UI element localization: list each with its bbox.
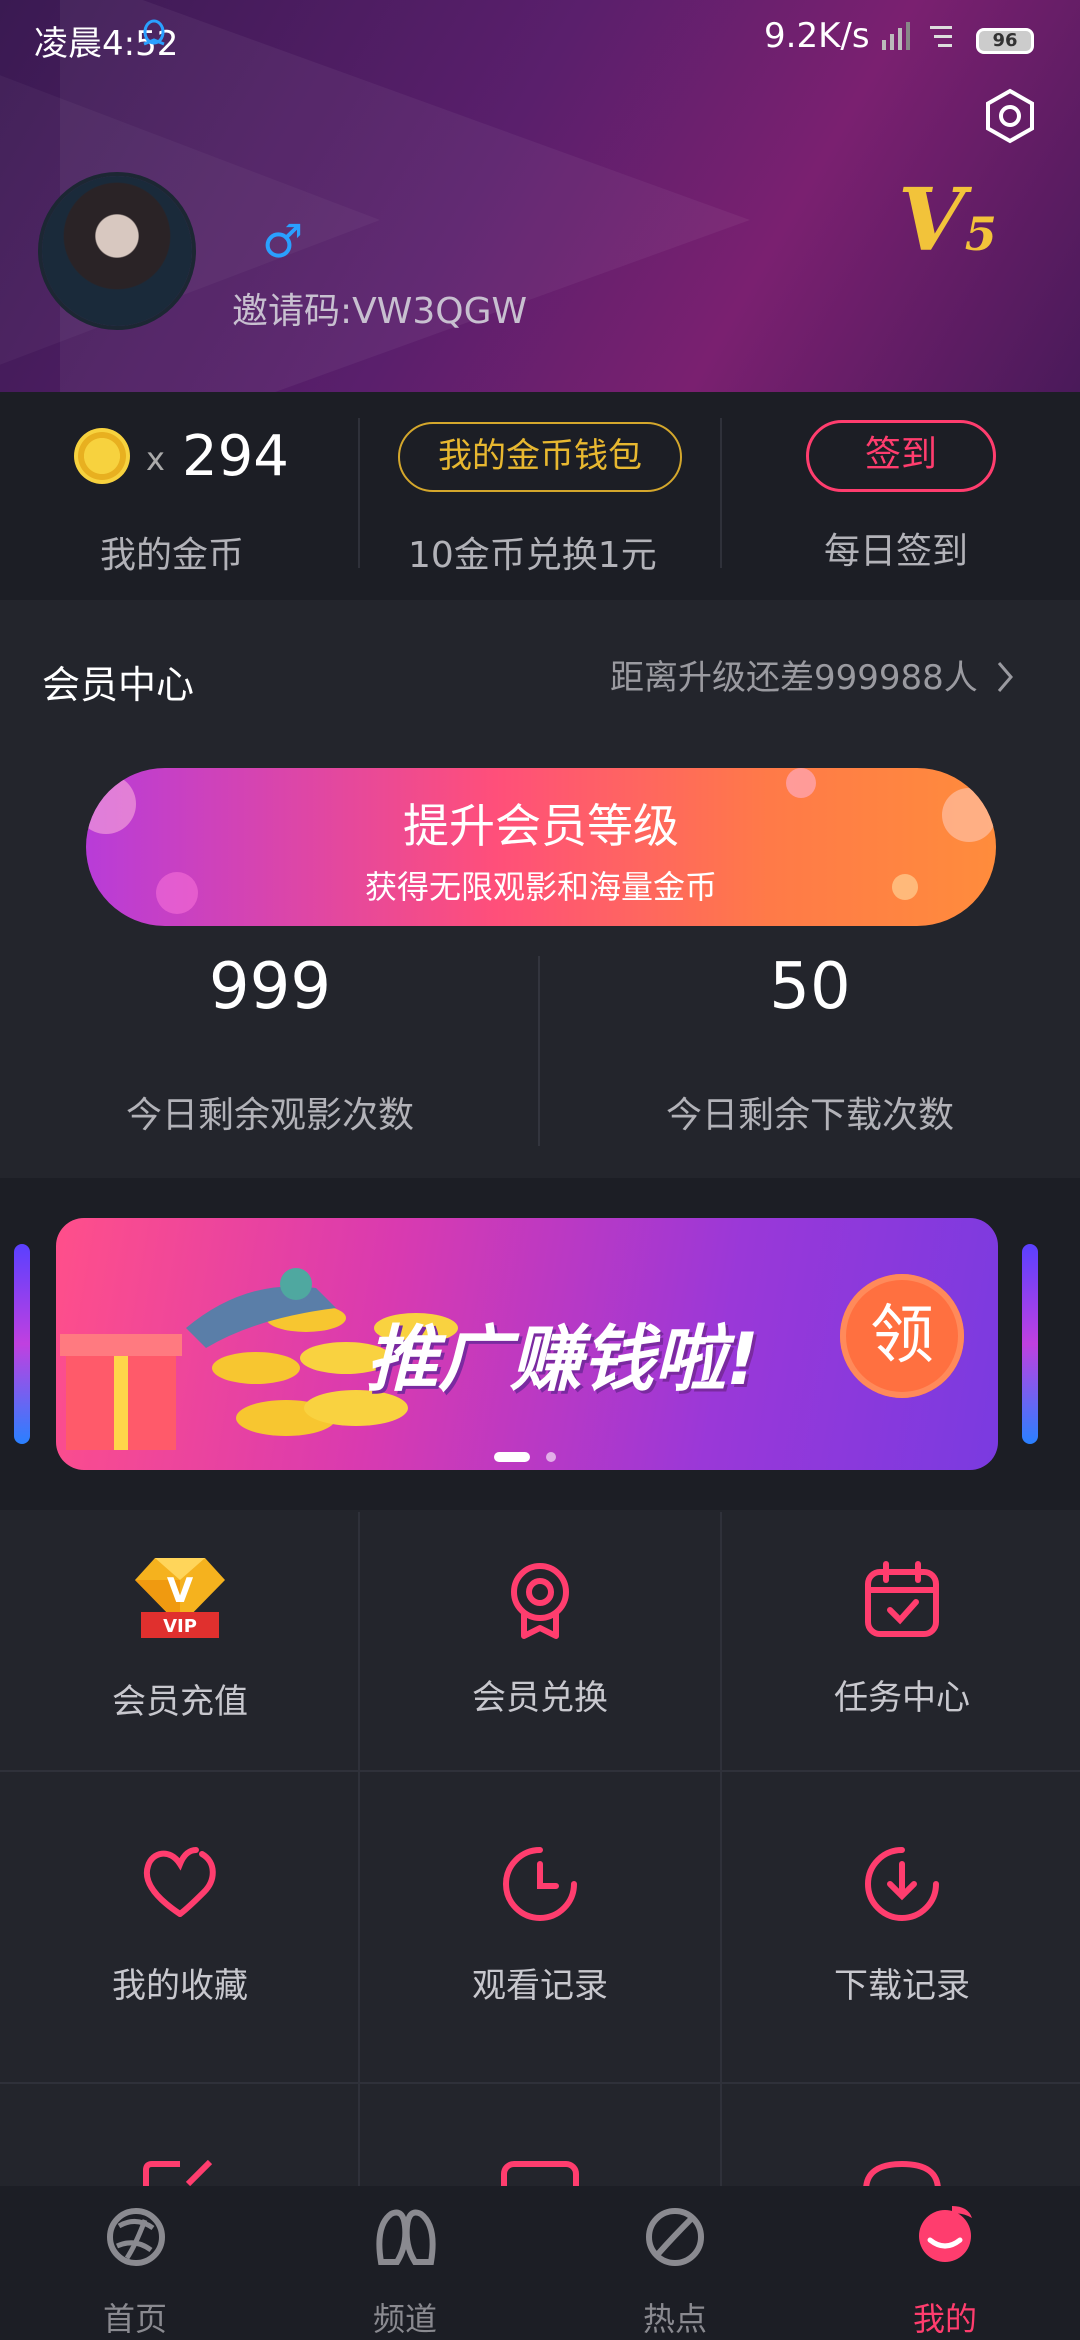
watch-count: 999 (208, 950, 332, 1024)
vip-crown-icon: V VIP (135, 1558, 225, 1638)
grid-divider (0, 2082, 1080, 2084)
coin-icon (74, 428, 130, 484)
grid-item-favorites[interactable]: 我的收藏 (0, 1844, 360, 2044)
grid-item-watch-history[interactable]: 观看记录 (360, 1844, 720, 2044)
coin-count: 294 (182, 424, 289, 489)
grid-item-label: 观看记录 (472, 1966, 608, 2006)
grid-item-label: 我的收藏 (112, 1966, 248, 2006)
banner-claim-badge: 领 (840, 1274, 964, 1398)
battery-level: 96 (992, 30, 1018, 51)
home-icon (107, 2208, 165, 2266)
nav-label: 首页 (102, 2300, 167, 2338)
grid-item-label: 下载记录 (834, 1966, 970, 2006)
svg-text:V: V (167, 1571, 194, 1611)
clock-icon (503, 1847, 577, 1921)
download-count: 50 (769, 950, 851, 1024)
nav-label: 频道 (372, 2300, 437, 2338)
battery-icon: 96 (976, 28, 1034, 54)
signal-icon (882, 22, 910, 50)
chevron-right-icon (997, 662, 1013, 692)
grid-item-task-center[interactable]: 任务中心 (722, 1560, 1080, 1760)
banner-text: 推广赚钱啦! (366, 1317, 759, 1401)
qq-icon (143, 19, 165, 46)
divider (720, 418, 722, 568)
exchange-rate-text: 10金币兑换1元 (408, 535, 657, 576)
download-icon (865, 1847, 939, 1921)
carousel-dot (546, 1452, 556, 1462)
bottom-nav: 首页 频道 热点 我的 (0, 2186, 1080, 2340)
vip-ribbon-text: VIP (163, 1616, 197, 1637)
male-icon: ♂ (262, 214, 304, 268)
nav-label: 我的 (912, 2300, 977, 2338)
mine-icon (919, 2206, 972, 2262)
my-coins-label: 我的金币 (100, 535, 245, 576)
grid-divider (0, 1770, 1080, 1772)
download-count-label: 今日剩余下载次数 (665, 1095, 954, 1136)
watch-count-label: 今日剩余观影次数 (125, 1095, 414, 1136)
nav-item-home[interactable]: 首页 (0, 2186, 270, 2340)
grid-item-label: 会员兑换 (472, 1678, 608, 1718)
grid-item-vip-exchange[interactable]: 会员兑换 (360, 1560, 720, 1760)
vip-level-letter: V (898, 170, 965, 271)
member-center-title: 会员中心 (42, 663, 195, 707)
nav-label: 热点 (642, 2300, 707, 2338)
banner-next-peek[interactable] (1022, 1244, 1038, 1444)
upgrade-hint-text: 距离升级还差999988人 (610, 658, 978, 698)
vip-level-number: 5 (964, 207, 997, 261)
heart-icon (143, 1847, 216, 1917)
carousel-dot-active (494, 1452, 530, 1462)
avatar[interactable] (42, 176, 192, 326)
promo-banner[interactable]: VIP 推广赚钱啦! 领 (56, 1218, 998, 1470)
channel-icon (376, 2209, 436, 2265)
network-speed: 9.2K/s (764, 16, 870, 56)
nav-item-hot[interactable]: 热点 (540, 2186, 810, 2340)
calendar-check-icon (865, 1561, 939, 1637)
medal-icon (511, 1563, 569, 1639)
vip-level-badge: V5 (898, 170, 997, 271)
coin-wallet-button[interactable]: 我的金币钱包 (398, 422, 682, 492)
grid-item-download-history[interactable]: 下载记录 (722, 1844, 1080, 2044)
upgrade-title: 提升会员等级 (403, 799, 679, 853)
banner-prev-peek[interactable] (14, 1244, 30, 1444)
upgrade-subtitle: 获得无限观影和海量金币 (364, 868, 717, 906)
invite-code: 邀请码:VW3QGW (232, 291, 528, 332)
grid-item-label: 任务中心 (834, 1678, 970, 1718)
upgrade-membership-button[interactable]: 提升会员等级 获得无限观影和海量金币 (86, 768, 996, 926)
settings-icon[interactable] (982, 88, 1038, 144)
signin-button[interactable]: 签到 (806, 420, 996, 492)
wifi-icon (930, 26, 952, 47)
nav-item-channel[interactable]: 频道 (270, 2186, 540, 2340)
grid-item-vip-recharge[interactable]: V VIP 会员充值 (0, 1552, 360, 1752)
divider (358, 418, 360, 568)
nav-item-mine[interactable]: 我的 (810, 2186, 1080, 2340)
coin-multiplier: x (146, 440, 165, 478)
grid-item-label: 会员充值 (112, 1682, 248, 1722)
upgrade-hint-link[interactable]: 距离升级还差999988人 (610, 650, 1015, 699)
vip-tag: VIP (56, 1224, 57, 1225)
hot-icon (646, 2208, 704, 2266)
daily-signin-label: 每日签到 (824, 531, 969, 572)
